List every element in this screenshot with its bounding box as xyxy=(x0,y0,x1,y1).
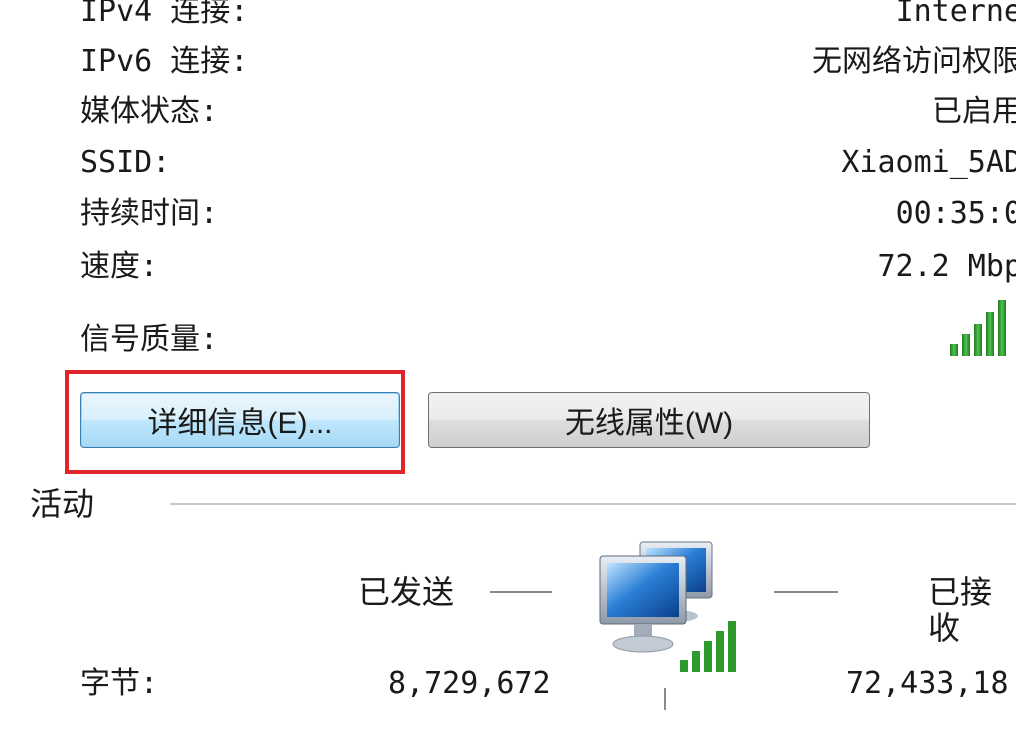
bytes-sent-value: 8,729,672 xyxy=(388,666,551,701)
wireless-properties-button[interactable]: 无线属性(W) xyxy=(428,392,870,448)
speed-label: 速度: xyxy=(80,249,159,284)
signal-quality-label: 信号质量: xyxy=(80,322,219,357)
sent-label: 已发送 xyxy=(358,573,455,611)
ssid-label: SSID: xyxy=(80,145,171,180)
bytes-label: 字节: xyxy=(80,666,159,701)
sent-dash xyxy=(490,591,552,593)
details-button[interactable]: 详细信息(E)... xyxy=(80,392,400,448)
ssid-value: Xiaomi_5AD xyxy=(841,145,1016,180)
activity-signal-icon xyxy=(678,618,744,674)
activity-divider xyxy=(170,503,1016,505)
duration-value: 00:35:0 xyxy=(895,196,1016,231)
ipv6-connection-value: 无网络访问权限 xyxy=(812,44,1016,79)
signal-strength-icon xyxy=(948,296,1016,358)
ipv4-connection-value: Interne xyxy=(895,0,1016,29)
media-state-label: 媒体状态: xyxy=(80,94,219,129)
received-dash xyxy=(774,591,838,593)
media-state-value: 已启用 xyxy=(932,94,1016,129)
ipv6-connection-label: IPv6 连接: xyxy=(80,44,249,79)
bytes-received-value: 72,433,18 xyxy=(846,666,1009,701)
duration-label: 持续时间: xyxy=(80,196,219,231)
activity-section-title: 活动 xyxy=(30,485,95,523)
speed-value: 72.2 Mbp xyxy=(877,249,1016,284)
activity-center-tick xyxy=(664,688,666,710)
received-label: 已接收 xyxy=(928,573,993,647)
ipv4-connection-label: IPv4 连接: xyxy=(80,0,249,29)
